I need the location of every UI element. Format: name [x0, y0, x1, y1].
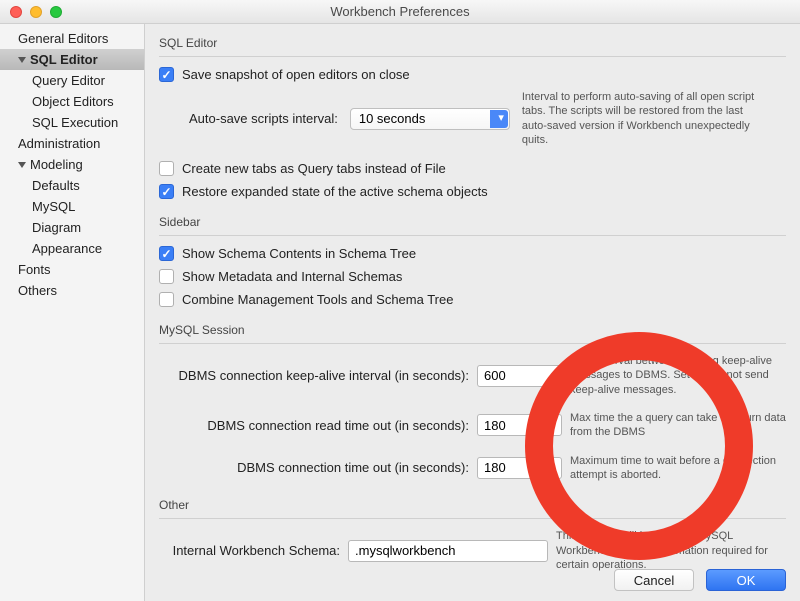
read-timeout-input[interactable] [477, 414, 562, 436]
sidebar-item-mysql[interactable]: MySQL [0, 196, 144, 217]
show-schema-checkbox[interactable] [159, 246, 174, 261]
keepalive-hint: Time interval between sending keep-alive… [570, 354, 786, 397]
sidebar-item-label: Object Editors [32, 94, 114, 109]
combine-tools-checkbox[interactable] [159, 292, 174, 307]
restore-expanded-label: Restore expanded state of the active sch… [182, 184, 488, 199]
preferences-content: SQL Editor Save snapshot of open editors… [145, 24, 800, 601]
separator [159, 343, 786, 344]
conn-timeout-input[interactable] [477, 457, 562, 479]
sidebar-item-administration[interactable]: Administration [0, 133, 144, 154]
separator [159, 56, 786, 57]
combine-tools-label: Combine Management Tools and Schema Tree [182, 292, 453, 307]
restore-expanded-checkbox[interactable] [159, 184, 174, 199]
keepalive-label: DBMS connection keep-alive interval (in … [159, 368, 469, 383]
save-snapshot-label: Save snapshot of open editors on close [182, 67, 410, 82]
new-tabs-label: Create new tabs as Query tabs instead of… [182, 161, 446, 176]
group-sidebar: Sidebar [159, 215, 786, 229]
titlebar: Workbench Preferences [0, 0, 800, 24]
save-snapshot-checkbox[interactable] [159, 67, 174, 82]
chevron-down-icon [18, 162, 26, 168]
window-title: Workbench Preferences [0, 4, 800, 19]
sidebar-item-label: Others [18, 283, 57, 298]
keepalive-input[interactable] [477, 365, 562, 387]
conn-timeout-hint: Maximum time to wait before a connection… [570, 454, 786, 483]
sidebar-item-object-editors[interactable]: Object Editors [0, 91, 144, 112]
cancel-button[interactable]: Cancel [614, 569, 694, 591]
show-metadata-label: Show Metadata and Internal Schemas [182, 269, 402, 284]
sidebar-item-others[interactable]: Others [0, 280, 144, 301]
sidebar-item-label: Modeling [30, 157, 83, 172]
sidebar-item-diagram[interactable]: Diagram [0, 217, 144, 238]
sidebar-item-label: Diagram [32, 220, 81, 235]
sidebar-item-label: Defaults [32, 178, 80, 193]
conn-timeout-label: DBMS connection time out (in seconds): [159, 460, 469, 475]
read-timeout-hint: Max time the a query can take to return … [570, 411, 786, 440]
preferences-sidebar: General Editors SQL Editor Query Editor Obj… [0, 24, 145, 601]
autosave-interval-hint: Interval to perform auto-saving of all o… [522, 90, 762, 147]
sidebar-item-query-editor[interactable]: Query Editor [0, 70, 144, 91]
sidebar-item-sql-execution[interactable]: SQL Execution [0, 112, 144, 133]
group-other: Other [159, 498, 786, 512]
sidebar-item-label: SQL Execution [32, 115, 118, 130]
sidebar-item-label: SQL Editor [30, 52, 98, 67]
new-tabs-checkbox[interactable] [159, 161, 174, 176]
group-sql-editor: SQL Editor [159, 36, 786, 50]
separator [159, 518, 786, 519]
sidebar-item-sql-editor[interactable]: SQL Editor [0, 49, 144, 70]
sidebar-item-fonts[interactable]: Fonts [0, 259, 144, 280]
chevron-down-icon [18, 57, 26, 63]
internal-schema-input[interactable] [348, 540, 548, 562]
group-mysql-session: MySQL Session [159, 323, 786, 337]
show-schema-label: Show Schema Contents in Schema Tree [182, 246, 416, 261]
separator [159, 235, 786, 236]
internal-schema-hint: This schema will be used by MySQL Workbe… [556, 529, 786, 572]
sidebar-item-modeling[interactable]: Modeling [0, 154, 144, 175]
autosave-interval-label: Auto-save scripts interval: [189, 111, 338, 126]
sidebar-item-label: Query Editor [32, 73, 105, 88]
ok-button[interactable]: OK [706, 569, 786, 591]
sidebar-item-appearance[interactable]: Appearance [0, 238, 144, 259]
sidebar-item-label: General Editors [18, 31, 108, 46]
sidebar-item-label: Appearance [32, 241, 102, 256]
sidebar-item-label: Fonts [18, 262, 51, 277]
autosave-interval-select[interactable]: 10 seconds [350, 108, 510, 130]
preferences-window: Workbench Preferences General Editors SQL… [0, 0, 800, 601]
sidebar-item-general-editors[interactable]: General Editors [0, 28, 144, 49]
sidebar-item-defaults[interactable]: Defaults [0, 175, 144, 196]
internal-schema-label: Internal Workbench Schema: [160, 543, 340, 558]
sidebar-item-label: MySQL [32, 199, 75, 214]
sidebar-item-label: Administration [18, 136, 100, 151]
read-timeout-label: DBMS connection read time out (in second… [159, 418, 469, 433]
show-metadata-checkbox[interactable] [159, 269, 174, 284]
